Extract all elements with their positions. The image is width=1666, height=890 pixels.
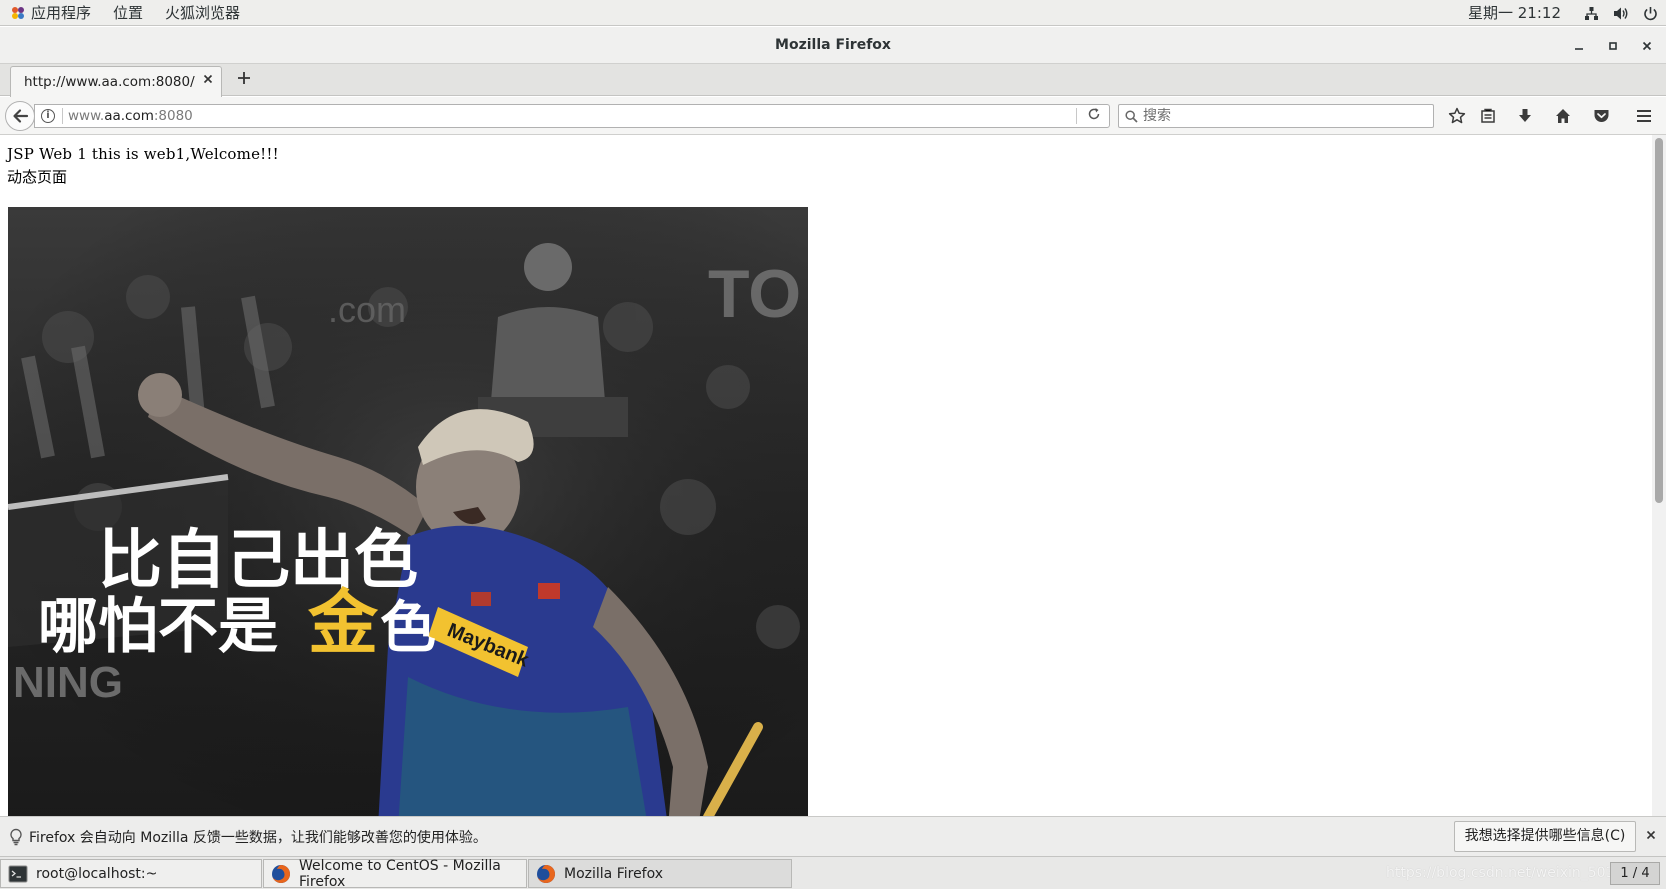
plus-icon <box>238 72 250 84</box>
applications-menu-label: 应用程序 <box>31 4 92 22</box>
pocket-button[interactable] <box>1588 103 1614 129</box>
taskbar-item-label: Welcome to CentOS - Mozilla Firefox <box>299 857 501 890</box>
close-icon <box>1646 830 1656 840</box>
url-separator <box>62 108 63 124</box>
page-content[interactable]: JSP Web 1 this is web1,Welcome!!! 动态页面 T… <box>0 135 1652 816</box>
photo-caption-gold: 金 <box>307 582 379 664</box>
firefox-icon <box>537 864 555 883</box>
volume-icon <box>1614 7 1628 19</box>
close-icon <box>203 74 213 84</box>
network-icon <box>1585 6 1598 20</box>
navigation-toolbar: i www.aa.com:8080 <box>0 97 1666 135</box>
taskbar-item-firefox[interactable]: Mozilla Firefox <box>528 859 792 888</box>
vertical-scrollbar[interactable] <box>1652 135 1666 816</box>
open-menu-button[interactable] <box>1631 103 1657 129</box>
bookmark-star-button[interactable] <box>1444 103 1470 129</box>
star-icon <box>1448 107 1466 124</box>
close-icon <box>1642 41 1652 51</box>
tab-label: http://www.aa.com:8080/ <box>24 74 195 90</box>
photo-caption-line2a: 哪怕不是 <box>38 592 278 662</box>
firefox-app-menu[interactable]: 火狐浏览器 <box>154 0 251 26</box>
power-icon <box>1644 6 1657 20</box>
reload-icon <box>1088 108 1100 120</box>
tab-strip: http://www.aa.com:8080/ <box>0 64 1666 97</box>
photo-caption-line2b: 色 <box>380 596 436 661</box>
maximize-button[interactable] <box>1602 35 1624 57</box>
terminal-icon <box>8 865 28 882</box>
back-arrow-icon <box>13 109 29 123</box>
pocket-icon <box>1594 110 1608 122</box>
applications-menu[interactable]: 应用程序 <box>0 0 102 26</box>
hamburger-menu-icon <box>1637 110 1651 122</box>
watermark-text: https://blog.csdn.net/weixin_50344 <box>1386 865 1633 881</box>
notification-message: Firefox 会自动向 Mozilla 反馈一些数据，让我们能够改善您的使用体… <box>29 830 487 846</box>
new-tab-button[interactable] <box>233 67 255 93</box>
badminton-player-photo: TO .com Maybank NING 比自己出色 哪怕不是 金 色 <box>8 207 808 816</box>
system-status-area[interactable] <box>1584 0 1658 26</box>
page-heading-text: JSP Web 1 this is web1,Welcome!!! <box>7 145 279 163</box>
scrollbar-thumb[interactable] <box>1655 138 1663 503</box>
search-bar[interactable] <box>1118 104 1434 128</box>
places-menu[interactable]: 位置 <box>102 0 154 26</box>
tab-aa-com[interactable]: http://www.aa.com:8080/ <box>10 66 222 97</box>
close-window-button[interactable] <box>1636 35 1658 57</box>
home-button[interactable] <box>1550 103 1576 129</box>
maximize-icon <box>1609 42 1617 50</box>
downloads-button[interactable] <box>1512 103 1538 129</box>
notification-close-button[interactable] <box>1646 826 1656 844</box>
firefox-app-menu-label: 火狐浏览器 <box>165 4 241 22</box>
search-icon <box>1125 110 1138 123</box>
url-bar[interactable]: i www.aa.com:8080 <box>34 104 1110 128</box>
taskbar-item-label: Mozilla Firefox <box>564 865 664 882</box>
data-reporting-notification: Firefox 会自动向 Mozilla 反馈一些数据，让我们能够改善您的使用体… <box>0 816 1666 856</box>
download-arrow-icon <box>1519 109 1531 122</box>
window-list-taskbar: root@localhost:~ Welcome to CentOS - Moz… <box>0 856 1666 890</box>
firefox-icon <box>272 864 290 883</box>
lightbulb-icon <box>10 828 22 846</box>
banner-text-com: .com <box>328 289 406 330</box>
home-icon <box>1556 109 1570 123</box>
taskbar-item-firefox-centos[interactable]: Welcome to CentOS - Mozilla Firefox <box>263 857 527 890</box>
banner-text-ning: NING <box>13 658 123 707</box>
reload-separator <box>1076 108 1077 124</box>
tab-close-button[interactable] <box>203 73 213 88</box>
photo-artwork: TO .com Maybank NING 比自己出色 哪怕不是 金 色 <box>8 207 808 816</box>
taskbar-item-label: root@localhost:~ <box>36 865 158 882</box>
window-titlebar[interactable]: Mozilla Firefox <box>0 27 1666 64</box>
url-text[interactable]: www.aa.com:8080 <box>68 108 193 124</box>
window-title: Mozilla Firefox <box>775 37 891 53</box>
minimize-button[interactable] <box>1568 35 1590 57</box>
gnome-top-bar: 应用程序 位置 火狐浏览器 星期一 21:12 <box>0 0 1666 26</box>
clipboard-icon <box>1481 108 1495 123</box>
search-input[interactable] <box>1143 106 1423 126</box>
back-button[interactable] <box>5 101 35 131</box>
clock[interactable]: 星期一 21:12 <box>1468 0 1561 26</box>
bookmarks-menu-button[interactable] <box>1475 103 1501 129</box>
choose-data-button[interactable]: 我想选择提供哪些信息(C) <box>1454 821 1636 852</box>
minimize-icon <box>1575 48 1583 50</box>
site-info-icon[interactable]: i <box>41 109 55 123</box>
workspace-pager[interactable]: 1 / 4 <box>1610 862 1660 885</box>
applications-icon <box>12 6 24 19</box>
reload-button[interactable] <box>1087 107 1101 125</box>
banner-text-to: TO <box>708 256 801 332</box>
places-menu-label: 位置 <box>113 4 144 22</box>
taskbar-item-terminal[interactable]: root@localhost:~ <box>0 859 262 888</box>
page-subtitle-text: 动态页面 <box>7 168 68 186</box>
